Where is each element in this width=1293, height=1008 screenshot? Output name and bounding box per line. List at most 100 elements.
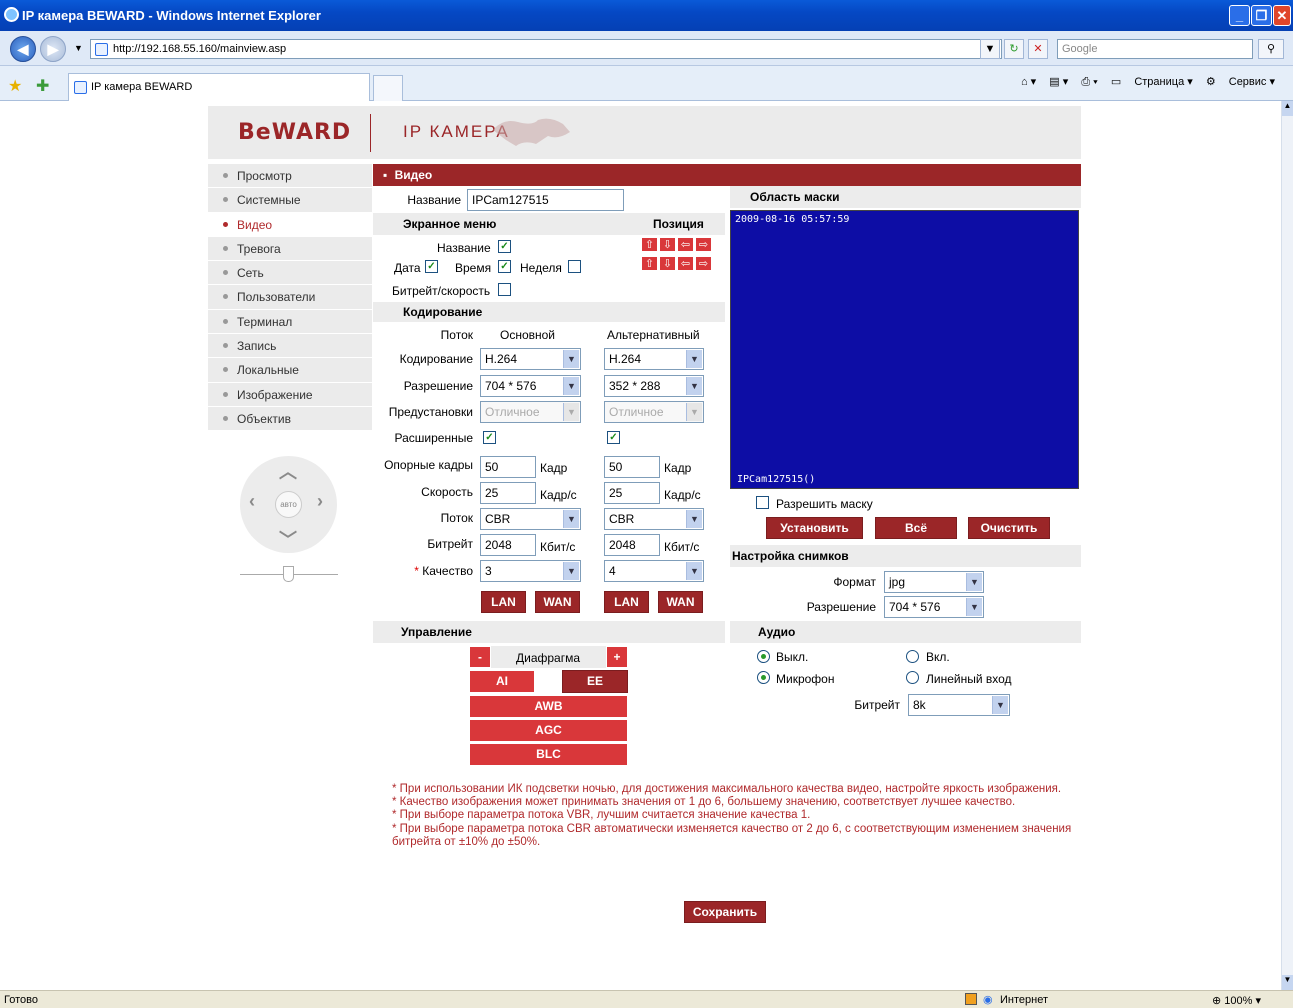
sidebar-item[interactable]: Просмотр (208, 164, 372, 189)
sidebar-item[interactable]: Объектив (208, 406, 372, 432)
main-advanced-checkbox[interactable]: ✓ (483, 431, 496, 444)
alt-wan-button[interactable]: WAN (658, 591, 703, 613)
alt-quality-select[interactable]: 4 ▼ (604, 560, 704, 582)
pos2-right-icon[interactable]: ⇨ (695, 256, 712, 271)
search-input[interactable]: Google (1057, 39, 1253, 59)
iris-minus-button[interactable]: - (469, 646, 491, 668)
ai-button[interactable]: AI (469, 670, 535, 693)
osd-week-checkbox[interactable] (568, 260, 581, 273)
maximize-button[interactable]: ❐ (1251, 5, 1272, 26)
osd-name-checkbox[interactable]: ✓ (498, 240, 511, 253)
minimize-button[interactable]: _ (1229, 5, 1250, 26)
favorites-star-icon[interactable]: ★ (8, 76, 22, 96)
pos-down-icon[interactable]: ⇩ (659, 237, 676, 252)
close-window-button[interactable]: ✕ (1273, 5, 1291, 26)
ptz-auto-button[interactable]: авто (275, 491, 302, 518)
vertical-scrollbar[interactable]: ▲ ▼ (1281, 101, 1293, 990)
alt-stream-select[interactable]: CBR ▼ (604, 508, 704, 530)
agc-button[interactable]: AGC (469, 719, 628, 742)
ee-button[interactable]: EE (562, 670, 628, 693)
pos-right-icon[interactable]: ⇨ (695, 237, 712, 252)
awb-button[interactable]: AWB (469, 695, 628, 718)
sidebar-item[interactable]: Сеть (208, 261, 372, 286)
history-dropdown-icon[interactable]: ▼ (74, 43, 83, 53)
url-dropdown-button[interactable]: ▼ (980, 39, 1000, 59)
format-select[interactable]: jpg ▼ (884, 571, 984, 593)
main-wan-button[interactable]: WAN (535, 591, 580, 613)
protected-mode-icon[interactable] (965, 993, 977, 1005)
pos2-down-icon[interactable]: ⇩ (659, 256, 676, 271)
alt-advanced-checkbox[interactable]: ✓ (607, 431, 620, 444)
page-menu[interactable]: ▭ Страница ▾ (1111, 76, 1193, 88)
alt-preset-select[interactable]: Отличное ▼ (604, 401, 704, 423)
scroll-down-icon[interactable]: ▼ (1282, 975, 1293, 990)
alt-keyframes-input[interactable]: 50 (604, 456, 660, 478)
url-input[interactable]: http://192.168.55.160/mainview.asp (90, 39, 1002, 59)
set-mask-button[interactable]: Установить (766, 517, 863, 539)
stop-button[interactable]: ✕ (1028, 39, 1048, 59)
ptz-right-icon[interactable]: › (317, 491, 323, 512)
main-codec-select[interactable]: H.264 ▼ (480, 348, 581, 370)
sidebar-item[interactable]: Терминал (208, 309, 372, 335)
main-preset-select[interactable]: Отличное ▼ (480, 401, 581, 423)
pos2-up-icon[interactable]: ⇧ (641, 256, 658, 271)
ptz-up-icon[interactable]: ︿ (279, 458, 297, 484)
zoom-level[interactable]: ⊕ 100% ▾ (1212, 994, 1261, 1007)
osd-time-checkbox[interactable]: ✓ (498, 260, 511, 273)
audio-on-radio[interactable] (906, 650, 919, 663)
blc-button[interactable]: BLC (469, 743, 628, 766)
scroll-up-icon[interactable]: ▲ (1282, 101, 1293, 116)
feeds-icon[interactable]: ▤ ▾ (1049, 76, 1068, 88)
audio-off-radio[interactable] (757, 650, 770, 663)
forward-button[interactable]: ▶ (40, 36, 66, 62)
print-icon[interactable]: ⎙ ▾ (1081, 76, 1097, 88)
main-stream-select[interactable]: CBR ▼ (480, 508, 581, 530)
mic-radio[interactable] (757, 671, 770, 684)
alt-bitrate-input[interactable]: 2048 (604, 534, 660, 556)
iris-plus-button[interactable]: + (606, 646, 628, 668)
audio-bitrate-select[interactable]: 8k ▼ (908, 694, 1010, 716)
video-preview[interactable]: 2009-08-16 05:57:59 IPCam127515() (730, 210, 1079, 489)
main-bitrate-input[interactable]: 2048 (480, 534, 536, 556)
main-resolution-select[interactable]: 704 * 576 ▼ (480, 375, 581, 397)
new-tab-button[interactable] (373, 75, 403, 101)
save-button[interactable]: Сохранить (684, 901, 766, 923)
enable-mask-checkbox[interactable] (756, 496, 769, 509)
osd-date-label: Дата (394, 261, 421, 275)
pos-left-icon[interactable]: ⇦ (677, 237, 694, 252)
pos2-left-icon[interactable]: ⇦ (677, 256, 694, 271)
sidebar-item[interactable]: Видео (208, 212, 372, 237)
home-icon[interactable]: ⌂ ▾ (1021, 76, 1036, 88)
camera-name-input[interactable]: IPCam127515 (467, 189, 624, 211)
browser-tab[interactable]: IP камера BEWARD (68, 73, 370, 101)
alt-speed-input[interactable]: 25 (604, 482, 660, 504)
alt-lan-button[interactable]: LAN (604, 591, 649, 613)
main-speed-input[interactable]: 25 (480, 482, 536, 504)
sidebar-item[interactable]: Изображение (208, 382, 372, 407)
tools-menu[interactable]: ⚙ Сервис ▾ (1206, 76, 1275, 88)
sidebar-item[interactable]: Пользователи (208, 285, 372, 310)
ptz-down-icon[interactable]: ﹀ (279, 526, 297, 552)
ptz-left-icon[interactable]: ‹ (249, 491, 255, 512)
sidebar-item[interactable]: Тревога (208, 236, 372, 262)
back-button[interactable]: ◀ (10, 36, 36, 62)
pos-up-icon[interactable]: ⇧ (641, 237, 658, 252)
search-button[interactable]: ⚲ (1258, 39, 1284, 59)
alt-resolution-select[interactable]: 352 * 288 ▼ (604, 375, 704, 397)
main-quality-select[interactable]: 3 ▼ (480, 560, 581, 582)
line-in-radio[interactable] (906, 671, 919, 684)
sidebar-item[interactable]: Локальные (208, 358, 372, 383)
osd-bitrate-checkbox[interactable] (498, 283, 511, 296)
all-mask-button[interactable]: Всё (875, 517, 957, 539)
alt-codec-select[interactable]: H.264 ▼ (604, 348, 704, 370)
clear-mask-button[interactable]: Очистить (968, 517, 1050, 539)
add-favorites-icon[interactable]: ✚ (36, 76, 49, 96)
main-keyframes-input[interactable]: 50 (480, 456, 536, 478)
osd-date-checkbox[interactable]: ✓ (425, 260, 438, 273)
sidebar-item[interactable]: Запись (208, 334, 372, 359)
snapshot-resolution-select[interactable]: 704 * 576 ▼ (884, 596, 984, 618)
main-lan-button[interactable]: LAN (481, 591, 526, 613)
refresh-button[interactable]: ↻ (1004, 39, 1024, 59)
sidebar-item[interactable]: Системные (208, 188, 372, 213)
zoom-slider-thumb[interactable] (283, 566, 294, 582)
